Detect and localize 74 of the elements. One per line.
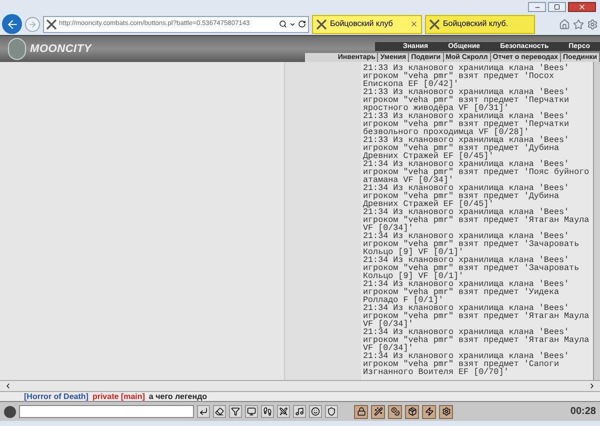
vertical-scrollbar[interactable] — [593, 62, 600, 380]
browser-tab[interactable]: Бойцовский клуб — [312, 14, 422, 34]
toolbar-button[interactable] — [405, 404, 419, 418]
toolbar-button[interactable] — [309, 405, 322, 418]
speaker-icon[interactable] — [4, 406, 16, 418]
scroll-left-icon[interactable] — [4, 382, 12, 390]
toolbar-icon — [311, 407, 320, 416]
toolbar-icon — [295, 407, 304, 416]
toolbar-button[interactable] — [277, 405, 290, 418]
clock-text: 00:28 — [570, 405, 596, 419]
toolbar-button[interactable] — [293, 405, 306, 418]
favorites-icon[interactable] — [573, 18, 584, 30]
tab-title: Бойцовский клуб. — [443, 18, 510, 30]
toolbar-icon — [231, 407, 240, 416]
toolbar-icon — [199, 407, 208, 416]
toolbar-icon — [442, 407, 450, 416]
toolbar-button[interactable] — [245, 405, 258, 418]
horizontal-scrollbar[interactable] — [0, 380, 600, 392]
toolbar-icon — [279, 407, 288, 416]
toolbar-button[interactable] — [371, 404, 385, 418]
close-tab-icon[interactable] — [410, 20, 418, 28]
toolbar-icon — [424, 407, 434, 416]
chat-input[interactable] — [19, 405, 194, 418]
scroll-right-icon[interactable] — [588, 382, 596, 390]
toolbar-icon — [356, 407, 366, 416]
toolbar-button[interactable] — [197, 405, 210, 418]
log-entry: 21:33 Из кланового хранилища клана 'Bees' игроком "veha pmr" взят предмет 'Посох Епископа EF [0/42]' — [363, 64, 570, 88]
close-button[interactable] — [568, 2, 596, 12]
log-entry: 21:34 Из кланового хранилища клана 'Bees' игроком "veha pmr" взят предмет 'Ятаган Маула VF [0/34]' — [363, 208, 590, 232]
settings-icon[interactable] — [587, 18, 598, 30]
toolbar-button[interactable] — [388, 404, 402, 418]
log-entry: 21:33 Из кланового хранилища клана 'Bees' игроком "veha pmr" взят предмет 'Дубина Древних Стражей EF [0/45]' — [363, 136, 570, 160]
toolbar-icon — [390, 407, 400, 416]
toolbar-icon — [215, 407, 224, 416]
toolbar-button[interactable] — [422, 404, 436, 418]
log-entry: 21:34 Из кланового хранилища клана 'Bees' игроком "veha pmr" взят предмет 'Зачаровать Кольцо [9] VF [0/1]' — [363, 232, 580, 256]
log-entry: 21:34 Из кланового хранилища клана 'Bees' игроком "veha pmr" взят предмет 'Дубина Древних Стражей EF [0/45]' — [363, 184, 570, 208]
log-entry: 21:33 Из кланового хранилища клана 'Bees' игроком "veha pmr" взят предмет 'Перчатки безвольного проходимца VF [0/28]' — [363, 112, 570, 136]
toolbar-button[interactable] — [229, 405, 242, 418]
search-icon[interactable] — [279, 20, 287, 28]
site-logo: MOONCITY — [30, 42, 92, 57]
minimize-button[interactable] — [528, 2, 546, 12]
chat-text: а чего легендо — [148, 392, 208, 401]
log-entry: 21:34 Из кланового хранилища клана 'Bees' игроком "veha pmr" взят предмет 'Ятаган Маула VF [0/34]' — [363, 328, 590, 352]
toolbar-button[interactable] — [213, 405, 226, 418]
back-arrow-icon — [6, 18, 18, 30]
home-icon[interactable] — [559, 18, 570, 30]
chat-text: private [main] — [92, 392, 145, 401]
log-entry: 21:33 Из кланового хранилища клана 'Bees' игроком "veha pmr" взят предмет 'Перчатки яростного живодёра VF [0/31]' — [363, 88, 570, 112]
log-entry: 21:34 Из кланового хранилища клана 'Bees' игроком "veha pmr" взят предмет 'Зачаровать Кольцо [9] VF [0/1]' — [363, 256, 580, 280]
back-button[interactable] — [2, 14, 22, 34]
log-entry: 21:34 Из кланового хранилища клана 'Bees' игроком "veha pmr" взят предмет 'Пояс буйного атамана VF [0/34]' — [363, 160, 590, 184]
toolbar-icon — [374, 407, 382, 416]
log-entry: 21:34 Из кланового хранилища клана 'Bees' игроком "veha pmr" взят предмет 'Уидека Ролладо F [0/1]' — [363, 280, 570, 304]
toolbar-icon — [247, 407, 256, 416]
tab-title: Бойцовский клуб — [330, 18, 394, 30]
chat-text: [Horror of Death] — [24, 392, 88, 401]
refresh-icon[interactable] — [298, 20, 306, 28]
browser-tab[interactable]: Бойцовский клуб. — [425, 14, 535, 34]
emblem-icon — [8, 38, 26, 60]
toolbar-button[interactable] — [354, 404, 368, 418]
maximize-icon — [554, 4, 560, 10]
log-entry: 21:34 Из кланового хранилища клана 'Bees' игроком "veha pmr" взят предмет 'Сапоги Изгнанного Воителя EF [0/70]' — [363, 352, 570, 376]
toolbar-button[interactable] — [261, 405, 274, 418]
toolbar-button[interactable] — [325, 405, 338, 418]
toolbar-icon — [408, 407, 416, 416]
toolbar-icon — [263, 407, 272, 416]
toolbar-icon — [327, 407, 336, 416]
maximize-button[interactable] — [548, 2, 566, 12]
forward-arrow-icon — [28, 20, 37, 28]
close-icon — [578, 3, 586, 11]
log-entry: 21:34 Из кланового хранилища клана 'Bees' игроком "veha pmr" взят предмет 'Ятаган Маула VF [0/34]' — [363, 304, 590, 328]
dropdown-icon[interactable] — [289, 20, 296, 28]
toolbar-button[interactable] — [439, 404, 453, 418]
